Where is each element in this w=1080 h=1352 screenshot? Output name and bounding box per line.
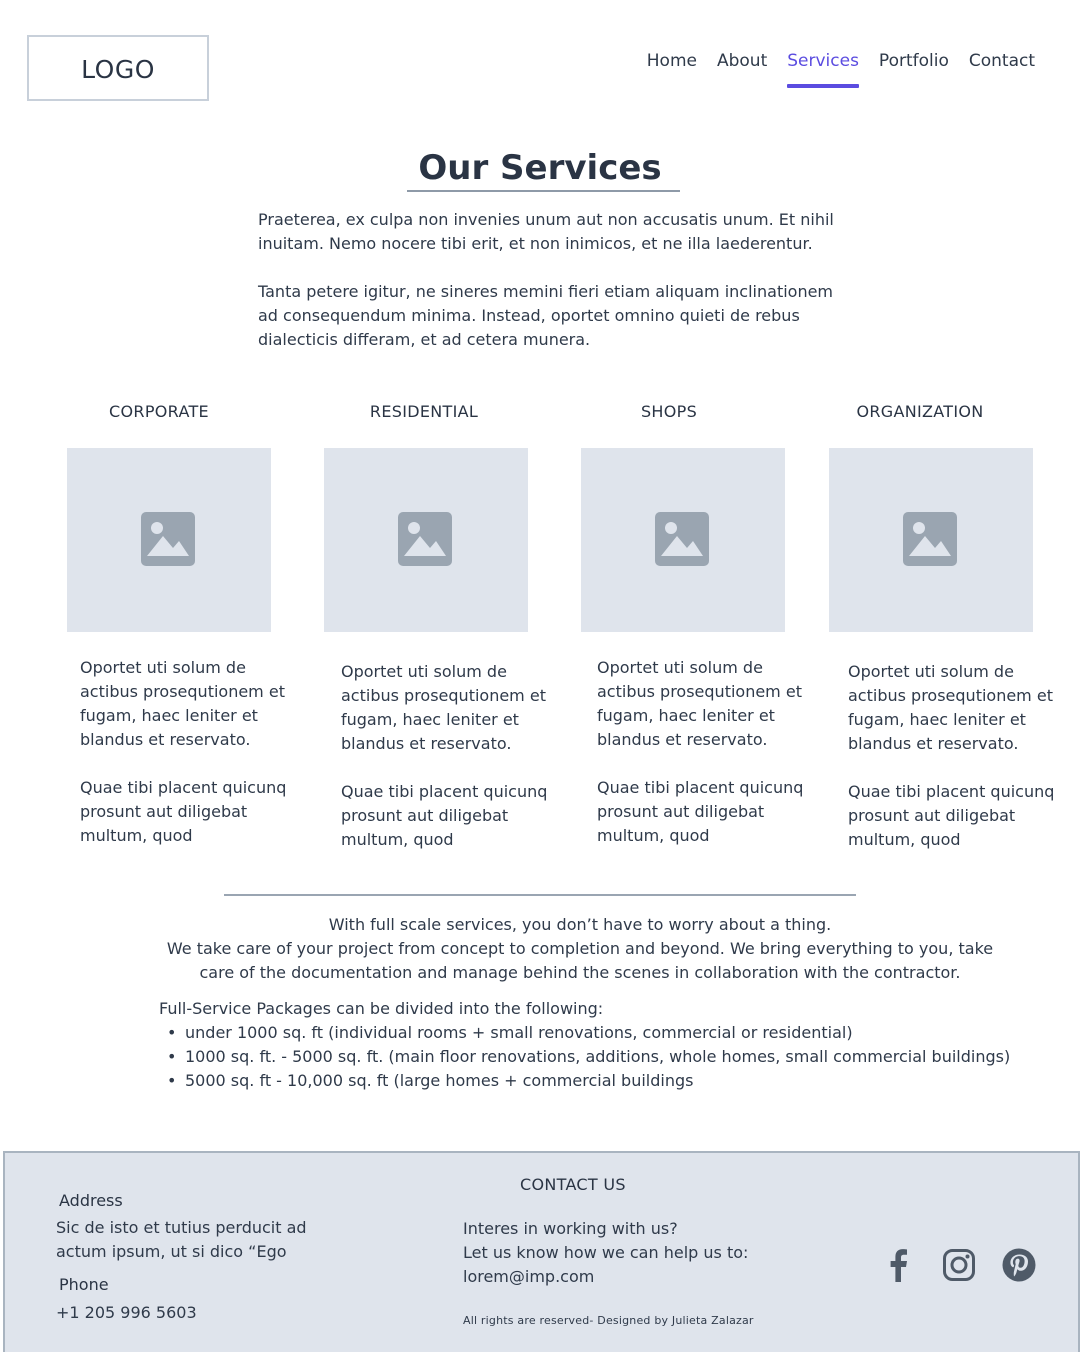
address-label: Address bbox=[59, 1191, 123, 1210]
logo[interactable]: LOGO bbox=[27, 35, 209, 101]
services-summary: With full scale services, you don’t have… bbox=[150, 913, 1010, 985]
packages-intro: Full-Service Packages can be divided int… bbox=[159, 999, 604, 1018]
page-title: Our Services bbox=[418, 148, 662, 188]
category-description-organization: Oportet uti solum de actibus proseqution… bbox=[848, 660, 1063, 852]
contact-line: Interes in working with us? bbox=[463, 1219, 678, 1238]
category-description-residential: Oportet uti solum de actibus proseqution… bbox=[341, 660, 556, 852]
category-title-corporate: CORPORATE bbox=[109, 402, 209, 421]
nav-services[interactable]: Services bbox=[787, 51, 859, 88]
category-title-residential: RESIDENTIAL bbox=[369, 402, 479, 421]
category-image-shops[interactable] bbox=[581, 448, 785, 632]
category-paragraph: Quae tibi placent quicunq prosunt aut di… bbox=[80, 778, 287, 845]
intro-paragraph: Tanta petere igitur, ne sineres memini f… bbox=[258, 282, 834, 349]
list-item: 5000 sq. ft - 10,000 sq. ft (large homes… bbox=[167, 1069, 1039, 1093]
summary-paragraph: We take care of your project from concep… bbox=[166, 939, 994, 982]
category-paragraph: Oportet uti solum de actibus proseqution… bbox=[597, 658, 802, 749]
contact-email[interactable]: lorem@imp.com bbox=[463, 1265, 748, 1289]
category-paragraph: Quae tibi placent quicunq prosunt aut di… bbox=[848, 782, 1055, 849]
pinterest-icon[interactable] bbox=[1002, 1248, 1036, 1282]
category-paragraph: Quae tibi placent quicunq prosunt aut di… bbox=[341, 782, 548, 849]
category-title-organization: ORGANIZATION bbox=[856, 402, 984, 421]
intro-text: Praeterea, ex culpa non invenies unum au… bbox=[258, 208, 858, 352]
contact-text: Interes in working with us? Let us know … bbox=[463, 1217, 748, 1289]
title-underline bbox=[407, 190, 680, 192]
contact-heading: CONTACT US bbox=[520, 1175, 626, 1194]
address-text: Sic de isto et tutius perducit ad actum … bbox=[56, 1216, 307, 1264]
category-title-shops: SHOPS bbox=[640, 402, 698, 421]
phone-label: Phone bbox=[59, 1275, 109, 1294]
logo-text: LOGO bbox=[81, 55, 155, 84]
summary-line: With full scale services, you don’t have… bbox=[328, 915, 832, 934]
copyright-text: All rights are reserved- Designed by Jul… bbox=[463, 1314, 754, 1327]
image-placeholder-icon bbox=[655, 512, 709, 566]
list-item: 1000 sq. ft. - 5000 sq. ft. (main floor … bbox=[167, 1045, 1039, 1069]
category-image-residential[interactable] bbox=[324, 448, 528, 632]
address-line: actum ipsum, ut si dico “Ego bbox=[56, 1242, 287, 1261]
category-description-corporate: Oportet uti solum de actibus proseqution… bbox=[80, 656, 295, 848]
image-placeholder-icon bbox=[141, 512, 195, 566]
nav-home[interactable]: Home bbox=[647, 51, 697, 88]
footer: Address Sic de isto et tutius perducit a… bbox=[3, 1151, 1080, 1352]
category-image-corporate[interactable] bbox=[67, 448, 271, 632]
nav-contact[interactable]: Contact bbox=[969, 51, 1035, 88]
nav-about[interactable]: About bbox=[717, 51, 767, 88]
facebook-icon[interactable] bbox=[882, 1248, 916, 1282]
instagram-icon[interactable] bbox=[942, 1248, 976, 1282]
category-paragraph: Quae tibi placent quicunq prosunt aut di… bbox=[597, 778, 804, 845]
image-placeholder-icon bbox=[398, 512, 452, 566]
nav-portfolio[interactable]: Portfolio bbox=[879, 51, 949, 88]
category-paragraph: Oportet uti solum de actibus proseqution… bbox=[341, 662, 546, 753]
image-placeholder-icon bbox=[903, 512, 957, 566]
category-description-shops: Oportet uti solum de actibus proseqution… bbox=[597, 656, 812, 848]
packages-section: Full-Service Packages can be divided int… bbox=[159, 997, 1039, 1093]
main-nav: Home About Services Portfolio Contact bbox=[647, 51, 1035, 88]
intro-paragraph: Praeterea, ex culpa non invenies unum au… bbox=[258, 210, 834, 253]
list-item: under 1000 sq. ft (individual rooms + sm… bbox=[167, 1021, 1039, 1045]
category-image-organization[interactable] bbox=[829, 448, 1033, 632]
contact-line: Let us know how we can help us to: bbox=[463, 1243, 749, 1262]
category-paragraph: Oportet uti solum de actibus proseqution… bbox=[848, 662, 1053, 753]
phone-number[interactable]: +1 205 996 5603 bbox=[56, 1301, 197, 1325]
section-divider bbox=[224, 894, 856, 896]
packages-list: under 1000 sq. ft (individual rooms + sm… bbox=[159, 1021, 1039, 1093]
address-line: Sic de isto et tutius perducit ad bbox=[56, 1218, 307, 1237]
category-paragraph: Oportet uti solum de actibus proseqution… bbox=[80, 658, 285, 749]
